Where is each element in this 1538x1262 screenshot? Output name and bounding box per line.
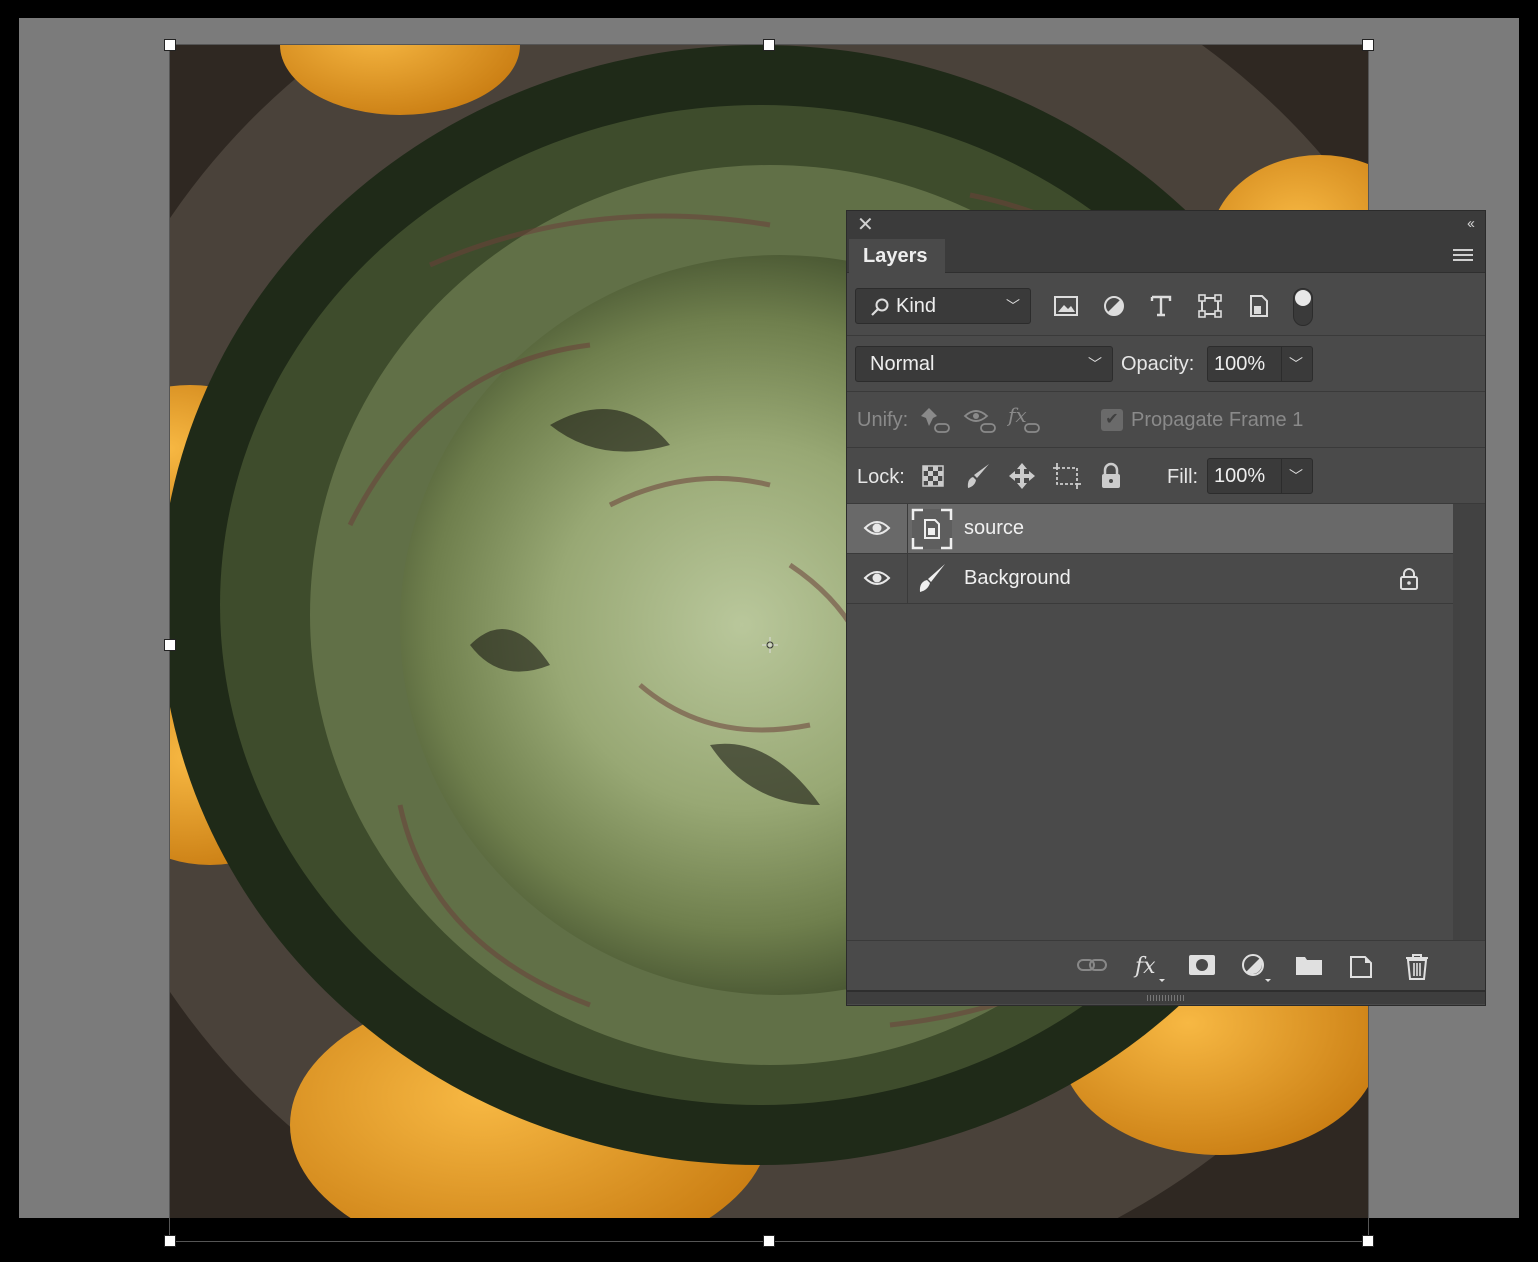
tab-layers[interactable]: Layers	[849, 239, 945, 273]
adjustment-filter-icon[interactable]	[1103, 295, 1125, 317]
layer-filter-row: Kind ﹀	[847, 274, 1485, 336]
panel-resize-grip[interactable]	[847, 990, 1485, 1004]
layers-bottom-toolbar: fx	[847, 940, 1485, 990]
unify-label: Unify:	[857, 409, 909, 431]
blend-mode-row: Normal ﹀ Opacity: 100% ﹀	[847, 336, 1485, 392]
layers-list[interactable]: source Background	[847, 504, 1453, 940]
lock-transparent-pixels-icon[interactable]	[922, 465, 944, 487]
layers-scrollbar[interactable]	[1453, 504, 1485, 940]
reference-point-crosshair-icon[interactable]	[762, 637, 778, 653]
transform-handle-bottom-left[interactable]	[164, 1235, 176, 1247]
new-layer-icon[interactable]	[1349, 953, 1375, 979]
filter-kind-label: Kind	[896, 295, 937, 317]
blend-mode-value: Normal	[870, 353, 935, 375]
search-icon	[871, 298, 889, 316]
new-group-icon[interactable]	[1295, 953, 1323, 977]
transform-handle-top-left[interactable]	[164, 39, 176, 51]
blend-mode-dropdown[interactable]: Normal ﹀	[855, 346, 1113, 382]
unify-position-icon[interactable]	[919, 406, 953, 436]
unify-row: Unify: fx ✔ Propagate Frame 1	[847, 392, 1485, 448]
lock-all-icon[interactable]	[1100, 462, 1122, 490]
delete-layer-icon[interactable]	[1404, 953, 1430, 981]
smart-object-thumbnail-icon	[911, 508, 953, 550]
transform-handle-bottom-right[interactable]	[1362, 1235, 1374, 1247]
chevron-down-icon[interactable]: ﹀	[1289, 459, 1303, 493]
opacity-field[interactable]: 100% ﹀	[1207, 346, 1313, 382]
svg-text:fx: fx	[1133, 954, 1156, 979]
fill-value[interactable]: 100%	[1208, 459, 1282, 493]
chevron-down-icon: ﹀	[1006, 298, 1020, 314]
lock-image-pixels-icon[interactable]	[965, 462, 991, 490]
svg-text:fx: fx	[1007, 404, 1027, 427]
layer-separator	[907, 554, 908, 604]
layer-name[interactable]: source	[964, 517, 1024, 540]
layer-lock-icon[interactable]	[1399, 567, 1419, 591]
layer-separator	[907, 504, 908, 554]
fill-field[interactable]: 100% ﹀	[1207, 458, 1313, 494]
transform-handle-bottom[interactable]	[763, 1235, 775, 1247]
lock-row: Lock: Fill: 100% ﹀	[847, 448, 1485, 504]
link-layers-icon[interactable]	[1077, 953, 1107, 977]
lock-label: Lock:	[857, 466, 905, 488]
pixel-filter-icon[interactable]	[1054, 296, 1078, 316]
panel-tab-bar: Layers	[847, 239, 1485, 273]
transform-handle-left[interactable]	[164, 639, 176, 651]
opacity-label: Opacity:	[1121, 353, 1195, 375]
opacity-value[interactable]: 100%	[1208, 347, 1282, 381]
transform-handle-top[interactable]	[763, 39, 775, 51]
transform-handle-top-right[interactable]	[1362, 39, 1374, 51]
layers-panel: ✕ ‹‹ Layers Kind ﹀ Normal ﹀ Opacity: 100…	[846, 210, 1486, 1006]
propagate-checkbox[interactable]: ✔	[1101, 409, 1123, 431]
fill-label: Fill:	[1167, 466, 1199, 488]
lock-artboard-icon[interactable]	[1052, 462, 1082, 490]
unify-visibility-icon[interactable]	[963, 406, 999, 436]
brush-thumbnail-icon	[919, 564, 945, 592]
eye-icon[interactable]	[863, 518, 891, 538]
add-mask-icon[interactable]	[1188, 953, 1216, 977]
new-adjustment-layer-icon[interactable]	[1241, 953, 1275, 983]
propagate-frame-label: Propagate Frame 1	[1131, 409, 1304, 431]
type-filter-icon[interactable]	[1150, 295, 1172, 317]
shape-filter-icon[interactable]	[1198, 294, 1222, 318]
close-icon[interactable]: ✕	[857, 215, 874, 235]
filter-toggle-icon[interactable]	[1293, 288, 1313, 326]
filter-kind-dropdown[interactable]: Kind ﹀	[855, 288, 1031, 324]
layer-row-source[interactable]: source	[847, 504, 1453, 554]
smart-object-filter-icon[interactable]	[1249, 294, 1269, 318]
eye-icon[interactable]	[863, 568, 891, 588]
lock-position-icon[interactable]	[1008, 462, 1036, 490]
layer-name[interactable]: Background	[964, 567, 1071, 590]
panel-title-bar[interactable]: ✕ ‹‹	[847, 211, 1485, 239]
layer-style-icon[interactable]: fx	[1133, 953, 1169, 983]
chevron-down-icon: ﹀	[1088, 356, 1102, 372]
chevron-down-icon[interactable]: ﹀	[1289, 347, 1303, 381]
layer-row-background[interactable]: Background	[847, 554, 1453, 604]
panel-menu-icon[interactable]	[1453, 249, 1473, 263]
collapse-icon[interactable]: ‹‹	[1467, 215, 1475, 232]
unify-style-icon[interactable]: fx	[1007, 404, 1043, 436]
